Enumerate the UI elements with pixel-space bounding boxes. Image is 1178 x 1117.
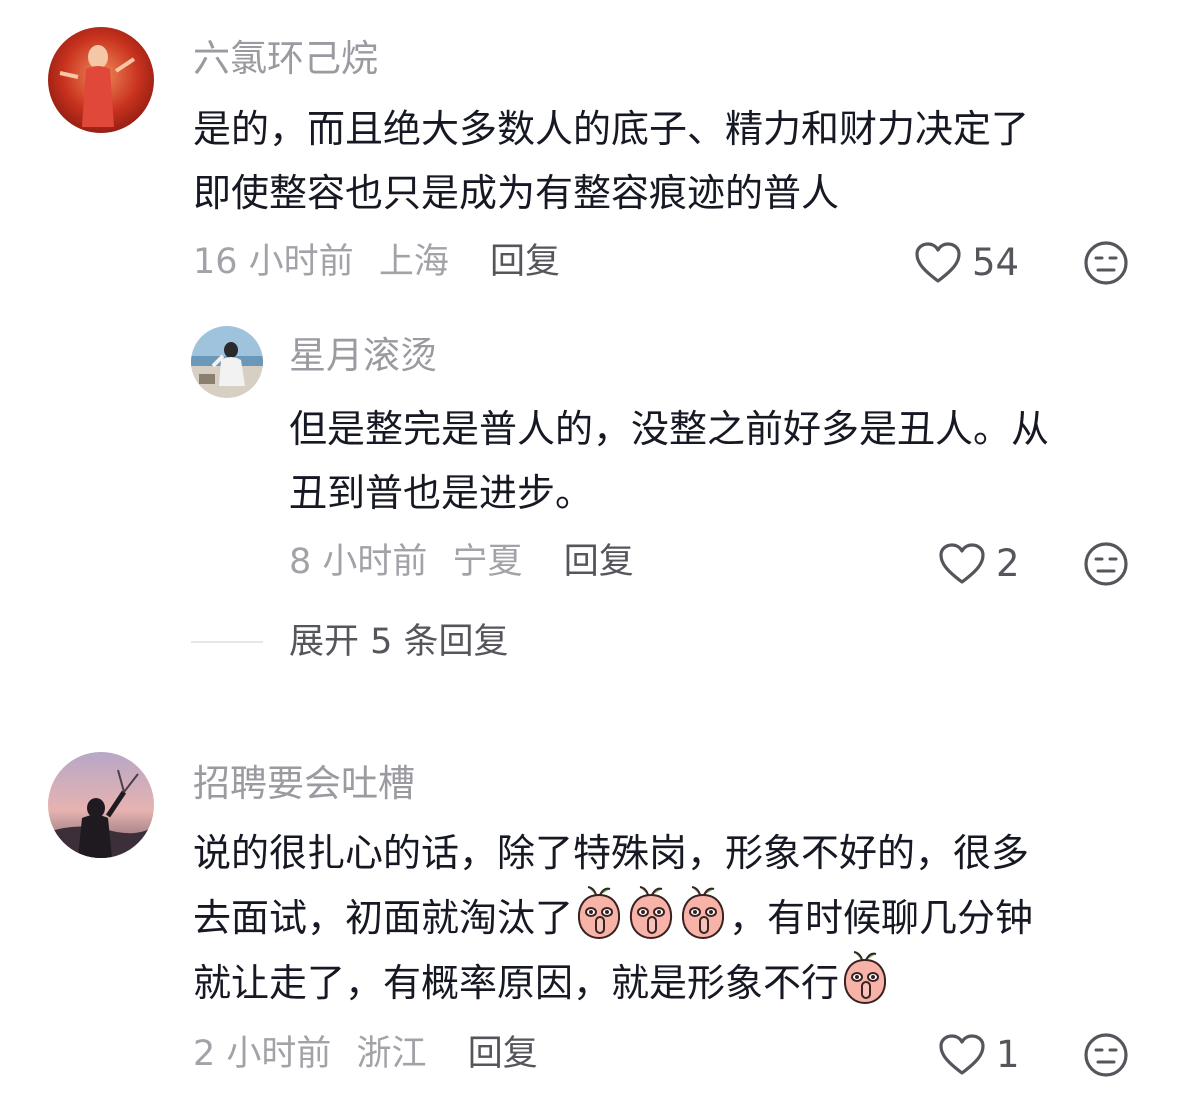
like-count: 54 (972, 241, 1020, 284)
like-button[interactable]: 1 (938, 1033, 1020, 1077)
shushing-peach-emoji (574, 885, 624, 941)
dislike-button[interactable] (1083, 541, 1129, 587)
meh-face-icon (1083, 1032, 1129, 1078)
comment-meta: 2 小时前 浙江 回复 (193, 1032, 538, 1076)
reply-button[interactable]: 回复 (468, 1034, 538, 1074)
avatar[interactable] (48, 27, 154, 133)
comment-text: 说的很扎心的话，除了特殊岗，形象不好的，很多 去面试，初面就淘汰了 ，有时候聊几分… (193, 821, 1033, 1015)
comment-location: 宁夏 (452, 542, 523, 582)
comment-time: 8 小时前 (289, 542, 428, 582)
username[interactable]: 六氯环己烷 (193, 37, 378, 81)
comment-line: 丑到普也是进步。 (289, 471, 594, 515)
comment-text-segment: 去面试，初面就淘汰了 (193, 896, 574, 940)
meh-face-icon (1083, 541, 1129, 587)
expand-replies-button[interactable]: 展开 5 条回复 (191, 620, 509, 664)
comment-meta: 16 小时前 上海 回复 (193, 240, 560, 284)
avatar[interactable] (48, 752, 154, 858)
reply-button[interactable]: 回复 (564, 542, 634, 582)
comment-line: 即使整容也只是成为有整容痕迹的普人 (193, 171, 840, 215)
comment-line: 但是整完是普人的，没整之前好多是丑人。从 (289, 407, 1050, 451)
comment-line: 就让走了，有概率原因，就是形象不行 (193, 950, 1033, 1015)
heart-outline-icon (914, 241, 962, 285)
expand-replies-label: 展开 5 条回复 (289, 622, 509, 662)
comment-text-segment: ，有时候聊几分钟 (729, 896, 1034, 940)
comment-location: 浙江 (356, 1034, 427, 1074)
reply-button[interactable]: 回复 (490, 242, 560, 282)
divider (191, 641, 263, 643)
avatar[interactable] (191, 326, 263, 398)
dislike-button[interactable] (1083, 1032, 1129, 1078)
like-button[interactable]: 2 (938, 542, 1020, 586)
comment-time: 16 小时前 (193, 242, 354, 282)
like-count: 1 (996, 1033, 1020, 1076)
comment-line: 说的很扎心的话，除了特殊岗，形象不好的，很多 (193, 831, 1030, 875)
shushing-peach-emoji (626, 885, 676, 941)
shushing-peach-emoji (840, 950, 890, 1006)
comment-location: 上海 (378, 242, 449, 282)
comment-meta: 8 小时前 宁夏 回复 (289, 540, 634, 584)
heart-outline-icon (938, 1033, 986, 1077)
meh-face-icon (1083, 240, 1129, 286)
comment-text: 是的，而且绝大多数人的底子、精力和财力决定了 即使整容也只是成为有整容痕迹的普人 (193, 97, 1029, 225)
comment-line: 是的，而且绝大多数人的底子、精力和财力决定了 (193, 107, 1030, 151)
comment-text: 但是整完是普人的，没整之前好多是丑人。从 丑到普也是进步。 (289, 397, 1049, 525)
username[interactable]: 招聘要会吐槽 (193, 762, 415, 806)
like-count: 2 (996, 542, 1020, 585)
username[interactable]: 星月滚烫 (289, 334, 437, 378)
like-button[interactable]: 54 (914, 241, 1019, 285)
dislike-button[interactable] (1083, 240, 1129, 286)
comment-time: 2 小时前 (193, 1034, 332, 1074)
comment-text-segment: 就让走了，有概率原因，就是形象不行 (193, 961, 840, 1005)
heart-outline-icon (938, 542, 986, 586)
shushing-peach-emoji (678, 885, 728, 941)
comment-line: 去面试，初面就淘汰了 ，有时候聊几分钟 (193, 885, 1033, 950)
